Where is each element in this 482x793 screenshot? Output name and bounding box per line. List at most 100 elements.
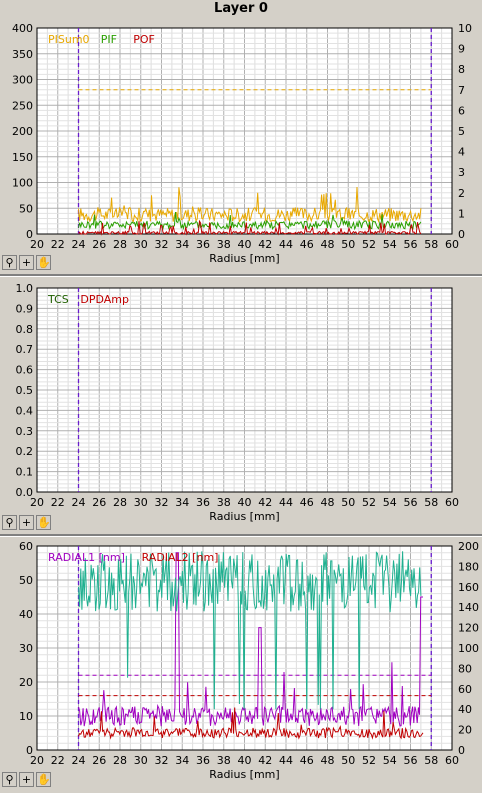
y2-tick-label: 200: [458, 540, 479, 553]
y-tick-label: 0.8: [16, 323, 34, 336]
panel-divider: [0, 274, 482, 277]
x-tick-label: 44: [279, 754, 293, 767]
chart-1[interactable]: 05010015020025030035040001234567891020 22…: [0, 18, 482, 272]
x-tick-label: 38: [217, 238, 231, 251]
y2-tick-label: 80: [458, 662, 472, 675]
x-tick-label: 36: [196, 754, 210, 767]
x-tick-label: 52: [362, 754, 376, 767]
x-tick-label: 58: [424, 238, 438, 251]
y2-tick-label: 20: [458, 724, 472, 737]
y2-tick-label: 180: [458, 560, 479, 573]
x-tick-label: 42: [258, 238, 272, 251]
crosshair-icon[interactable]: +: [19, 515, 34, 530]
x-tick-label: 22: [51, 496, 65, 509]
chart-1-toolbar: ⚲ + ✋: [2, 255, 51, 271]
x-tick-label: 48: [321, 496, 335, 509]
chart-3-toolbar: ⚲ + ✋: [2, 772, 51, 788]
y-tick-label: 10: [19, 710, 33, 723]
x-tick-label: 34: [175, 496, 189, 509]
x-tick-label: 46: [300, 496, 314, 509]
y2-tick-label: 10: [458, 22, 472, 35]
x-tick-label: 20: [30, 754, 44, 767]
x-tick-label: 26: [92, 754, 106, 767]
y-tick-label: 400: [12, 22, 33, 35]
y-tick-label: 0.4: [16, 404, 34, 417]
legend-entry: PIF: [101, 33, 117, 46]
x-tick-label: 60: [445, 754, 459, 767]
hand-icon[interactable]: ✋: [36, 255, 51, 270]
hand-icon[interactable]: ✋: [36, 772, 51, 787]
y-tick-label: 50: [19, 202, 33, 215]
x-tick-label: 22: [51, 238, 65, 251]
y2-tick-label: 0: [458, 744, 465, 757]
x-tick-label: 42: [258, 754, 272, 767]
legend-entry: RADIAL2 [nm]: [142, 551, 219, 564]
crosshair-icon[interactable]: +: [19, 772, 34, 787]
zoom-icon[interactable]: ⚲: [2, 515, 17, 530]
x-tick-label: 54: [383, 238, 397, 251]
x-tick-label: 50: [341, 496, 355, 509]
x-tick-label: 26: [92, 238, 106, 251]
y-tick-label: 0.9: [16, 302, 34, 315]
y-tick-label: 350: [12, 48, 33, 61]
zoom-icon[interactable]: ⚲: [2, 772, 17, 787]
y-tick-label: 0.2: [16, 445, 34, 458]
y2-tick-label: 6: [458, 104, 465, 117]
y-tick-label: 20: [19, 676, 33, 689]
x-tick-label: 56: [404, 238, 418, 251]
x-tick-label: 34: [175, 754, 189, 767]
hand-icon[interactable]: ✋: [36, 515, 51, 530]
x-tick-label: 56: [404, 496, 418, 509]
y-tick-label: 250: [12, 99, 33, 112]
x-tick-label: 40: [238, 238, 252, 251]
x-tick-label: 46: [300, 754, 314, 767]
x-tick-label: 48: [321, 754, 335, 767]
y-tick-label: 40: [19, 608, 33, 621]
y2-tick-label: 4: [458, 146, 465, 159]
x-tick-label: 32: [155, 496, 169, 509]
x-tick-label: 48: [321, 238, 335, 251]
x-tick-label: 40: [238, 496, 252, 509]
x-tick-label: 60: [445, 238, 459, 251]
chart-2[interactable]: 0.00.10.20.30.40.50.60.70.80.91.020 22 24 2…: [0, 278, 482, 532]
x-tick-label: 28: [113, 238, 127, 251]
x-tick-label: 42: [258, 496, 272, 509]
x-tick-label: 30: [134, 238, 148, 251]
x-tick-label: 30: [134, 496, 148, 509]
x-tick-label: 24: [72, 496, 86, 509]
crosshair-icon[interactable]: +: [19, 255, 34, 270]
y2-tick-label: 9: [458, 43, 465, 56]
y2-tick-label: 3: [458, 166, 465, 179]
x-tick-label: 22: [51, 754, 65, 767]
y-tick-label: 1.0: [16, 282, 34, 295]
x-tick-label: 20: [30, 238, 44, 251]
chart-2-toolbar: ⚲ + ✋: [2, 515, 51, 531]
x-tick-label: 54: [383, 496, 397, 509]
x-tick-label: 46: [300, 238, 314, 251]
x-axis-label: Radius [mm]: [209, 252, 279, 265]
x-tick-label: 28: [113, 496, 127, 509]
y2-tick-label: 5: [458, 125, 465, 138]
y-tick-label: 50: [19, 574, 33, 587]
legend-entry: RADIAL1 [nm]: [48, 551, 125, 564]
x-tick-label: 60: [445, 496, 459, 509]
x-tick-label: 40: [238, 754, 252, 767]
y2-tick-label: 8: [458, 63, 465, 76]
y-tick-label: 30: [19, 642, 33, 655]
x-tick-label: 32: [155, 754, 169, 767]
x-tick-label: 58: [424, 754, 438, 767]
y2-tick-label: 120: [458, 622, 479, 635]
y-tick-label: 0.3: [16, 425, 34, 438]
legend-entry: DPDAmp: [80, 293, 129, 306]
y2-tick-label: 60: [458, 683, 472, 696]
x-tick-label: 26: [92, 496, 106, 509]
chart-3[interactable]: 0102030405060020406080100120140160180200…: [0, 538, 482, 789]
y2-tick-label: 100: [458, 642, 479, 655]
y-tick-label: 60: [19, 540, 33, 553]
x-tick-label: 36: [196, 496, 210, 509]
y-tick-label: 150: [12, 151, 33, 164]
chart-panel-2: 0.0 0.1 0.2 0.3 0.4 0.5 0.6 0.7 0.8 0.9 1.0 20 22 24 2…: [0, 278, 482, 532]
legend-entry: TCS: [47, 293, 69, 306]
x-tick-label: 38: [217, 496, 231, 509]
zoom-icon[interactable]: ⚲: [2, 255, 17, 270]
